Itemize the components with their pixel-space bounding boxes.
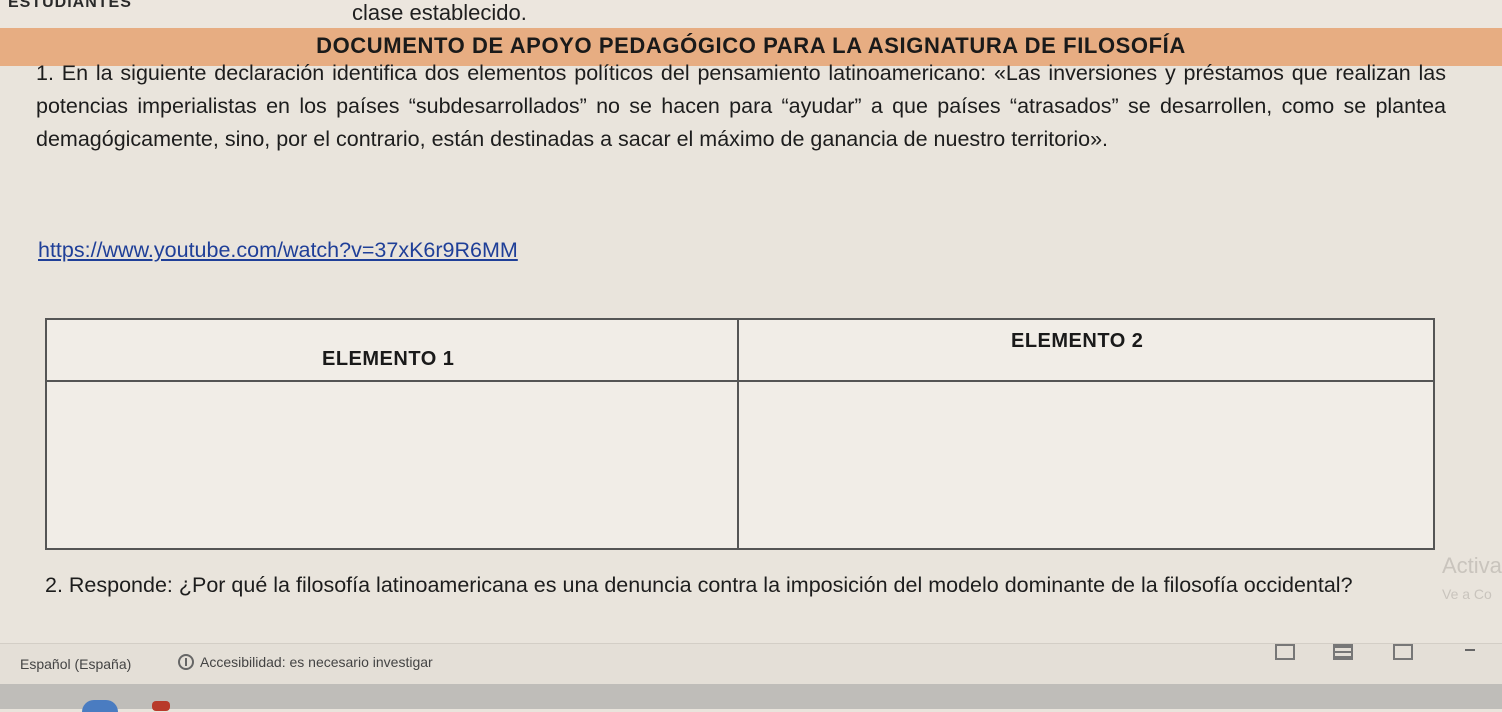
question-1-text: 1. En la siguiente declaración identific… (36, 61, 1446, 151)
activation-watermark-sub: Ve a Co (1442, 586, 1492, 602)
taskbar-app-icon[interactable] (82, 700, 118, 712)
taskbar-app-icon[interactable] (152, 701, 170, 711)
activation-watermark: Activa (1442, 553, 1502, 578)
taskbar (0, 684, 1502, 712)
section-label: ESTUDIANTES (8, 0, 132, 11)
top-strip: ESTUDIANTES clase establecido. (0, 0, 1502, 30)
zoom-out-icon[interactable] (1465, 649, 1475, 651)
previous-text-fragment: clase establecido. (352, 0, 527, 25)
status-bar: Español (España) Accesibilidad: es neces… (0, 643, 1502, 684)
table-header-element-2: ELEMENTO 2 (1011, 330, 1144, 352)
language-indicator[interactable]: Español (España) (20, 656, 131, 672)
web-layout-icon[interactable] (1393, 644, 1413, 660)
answer-table: ELEMENTO 1 ELEMENTO 2 (45, 318, 1435, 550)
table-column-divider (737, 320, 739, 548)
accessibility-icon (178, 654, 194, 670)
read-mode-icon[interactable] (1275, 644, 1295, 660)
table-header-element-1: ELEMENTO 1 (322, 348, 455, 370)
question-2-text: 2. Responde: ¿Por qué la filosofía latin… (45, 573, 1353, 597)
print-layout-icon[interactable] (1333, 644, 1353, 660)
accessibility-status[interactable]: Accesibilidad: es necesario investigar (178, 654, 433, 670)
youtube-link[interactable]: https://www.youtube.com/watch?v=37xK6r9R… (38, 238, 518, 263)
document-title: DOCUMENTO DE APOYO PEDAGÓGICO PARA LA AS… (316, 33, 1186, 58)
table-header-divider (47, 380, 1433, 382)
accessibility-label: Accesibilidad: es necesario investigar (200, 654, 433, 670)
